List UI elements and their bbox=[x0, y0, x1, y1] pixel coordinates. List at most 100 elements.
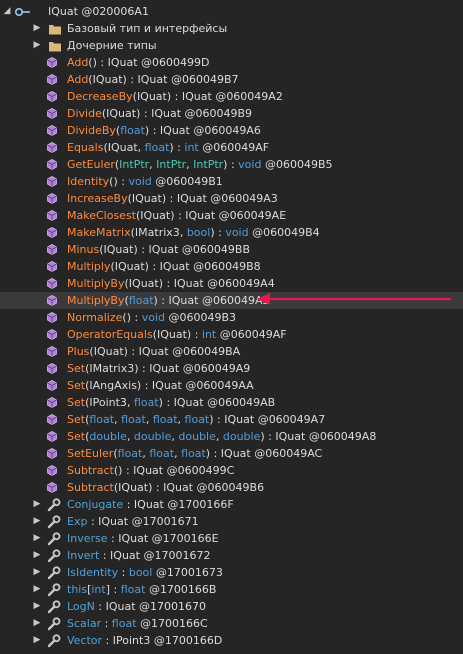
method-row[interactable]: Set(IPoint3, float) : IQuat @060049AB bbox=[0, 394, 463, 411]
method-row[interactable]: SetEuler(float, float, float) : IQuat @0… bbox=[0, 445, 463, 462]
property-row[interactable]: ▶ Exp : IQuat @17001671 bbox=[0, 513, 463, 530]
expand-arrow-icon[interactable]: ▶ bbox=[32, 37, 42, 54]
folder-row-base-types[interactable]: ▶ Базовый тип и интерфейсы bbox=[0, 20, 463, 37]
method-signature: Multiply(IQuat) : IQuat @060049B8 bbox=[67, 258, 261, 275]
method-row[interactable]: Set(double, double, double, double) : IQ… bbox=[0, 428, 463, 445]
return-separator: : bbox=[118, 566, 129, 579]
method-row[interactable]: Set(float, float, float, float) : IQuat … bbox=[0, 411, 463, 428]
method-row[interactable]: Divide(IQuat) : IQuat @060049B9 bbox=[0, 105, 463, 122]
expand-arrow-icon[interactable]: ▶ bbox=[32, 547, 42, 564]
return-type: IQuat bbox=[133, 464, 164, 477]
param-type: double bbox=[178, 430, 216, 443]
method-name: Plus bbox=[67, 345, 90, 358]
expand-arrow-icon[interactable]: ▶ bbox=[32, 615, 42, 632]
method-icon bbox=[46, 479, 58, 496]
method-row[interactable]: Equals(IQuat, float) : int @060049AF bbox=[0, 139, 463, 156]
metadata-token: @0600499D bbox=[141, 56, 210, 69]
expand-arrow-icon[interactable]: ▶ bbox=[32, 581, 42, 598]
comma: , bbox=[126, 430, 134, 443]
method-icon bbox=[46, 241, 58, 258]
method-row[interactable]: GetEuler(IntPtr, IntPtr, IntPtr) : void … bbox=[0, 156, 463, 173]
method-row[interactable]: MakeClosest(IQuat) : IQuat @060049AE bbox=[0, 207, 463, 224]
method-name: Set bbox=[67, 379, 86, 392]
tree-root-row[interactable]: ◢ IQuat @020006A1 bbox=[0, 3, 463, 20]
metadata-token: @060049A8 bbox=[308, 430, 377, 443]
method-row[interactable]: OperatorEquals(IQuat) : int @060049AF bbox=[0, 326, 463, 343]
return-type: IQuat bbox=[110, 549, 140, 562]
return-type: IQuat bbox=[176, 192, 207, 205]
metadata-token: @060049B7 bbox=[170, 73, 239, 86]
metadata-token: @1700166D bbox=[153, 634, 223, 647]
collapse-arrow-icon[interactable]: ◢ bbox=[2, 3, 12, 20]
expand-arrow-icon[interactable]: ▶ bbox=[32, 598, 42, 615]
method-signature: IncreaseBy(IQuat) : IQuat @060049A3 bbox=[67, 190, 278, 207]
method-row[interactable]: IncreaseBy(IQuat) : IQuat @060049A3 bbox=[0, 190, 463, 207]
return-type: IQuat bbox=[181, 90, 212, 103]
property-name: this bbox=[67, 583, 88, 596]
method-row[interactable]: Set(IAngAxis) : IQuat @060049AA bbox=[0, 377, 463, 394]
method-row[interactable]: Subtract(IQuat) : IQuat @060049B6 bbox=[0, 479, 463, 496]
return-type: IQuat bbox=[159, 124, 190, 137]
property-signature: Vector : IPoint3 @1700166D bbox=[67, 632, 222, 649]
method-name: Minus bbox=[67, 243, 100, 256]
method-row[interactable]: Multiply(IQuat) : IQuat @060049B8 bbox=[0, 258, 463, 275]
method-icon bbox=[46, 224, 58, 241]
method-row[interactable]: Plus(IQuat) : IQuat @060049BA bbox=[0, 343, 463, 360]
method-row[interactable]: DecreaseBy(IQuat) : IQuat @060049A2 bbox=[0, 88, 463, 105]
method-row[interactable]: Identity() : void @060049B1 bbox=[0, 173, 463, 190]
method-name: Add bbox=[67, 56, 89, 69]
method-signature: Identity() : void @060049B1 bbox=[67, 173, 223, 190]
return-separator: ) : bbox=[126, 311, 142, 324]
method-row[interactable]: Subtract() : IQuat @0600499C bbox=[0, 462, 463, 479]
property-name: IsIdentity bbox=[67, 566, 119, 579]
property-row[interactable]: ▶ this[int] : float @1700166B bbox=[0, 581, 463, 598]
property-name: LogN bbox=[67, 600, 95, 613]
property-row[interactable]: ▶ Scalar : float @1700166C bbox=[0, 615, 463, 632]
return-type: void bbox=[128, 175, 152, 188]
expand-arrow-icon[interactable]: ▶ bbox=[32, 632, 42, 649]
property-row[interactable]: ▶ Conjugate : IQuat @1700166F bbox=[0, 496, 463, 513]
method-row[interactable]: Minus(IQuat) : IQuat @060049BB bbox=[0, 241, 463, 258]
metadata-token: @17001672 bbox=[143, 549, 211, 562]
property-row[interactable]: ▶ Invert : IQuat @17001672 bbox=[0, 547, 463, 564]
expand-arrow-icon[interactable]: ▶ bbox=[32, 496, 42, 513]
method-row[interactable]: MakeMatrix(IMatrix3, bool) : void @06004… bbox=[0, 224, 463, 241]
metadata-token: @1700166B bbox=[148, 583, 217, 596]
method-signature: Equals(IQuat, float) : int @060049AF bbox=[67, 139, 269, 156]
property-signature: Conjugate : IQuat @1700166F bbox=[67, 496, 234, 513]
property-row[interactable]: ▶ LogN : IQuat @17001670 bbox=[0, 598, 463, 615]
expand-arrow-icon[interactable]: ▶ bbox=[32, 20, 42, 37]
expand-arrow-icon[interactable]: ▶ bbox=[32, 530, 42, 547]
metadata-token: @060049B8 bbox=[193, 260, 261, 273]
return-type: float bbox=[111, 617, 137, 630]
param-type: float bbox=[89, 413, 115, 426]
method-row[interactable]: Add(IQuat) : IQuat @060049B7 bbox=[0, 71, 463, 88]
method-icon bbox=[46, 190, 58, 207]
return-separator: ) : bbox=[113, 175, 129, 188]
method-name: DivideBy bbox=[67, 124, 116, 137]
method-icon bbox=[46, 173, 58, 190]
method-row[interactable]: DivideBy(float) : IQuat @060049A6 bbox=[0, 122, 463, 139]
metadata-token: @060049B4 bbox=[252, 226, 320, 239]
property-row[interactable]: ▶ Inverse : IQuat @1700166E bbox=[0, 530, 463, 547]
method-row[interactable]: Normalize() : void @060049B3 bbox=[0, 309, 463, 326]
folder-row-derived-types[interactable]: ▶ Дочерние типы bbox=[0, 37, 463, 54]
method-row[interactable]: Set(IMatrix3) : IQuat @060049A9 bbox=[0, 360, 463, 377]
metadata-token: @1700166F bbox=[167, 498, 234, 511]
method-name: Subtract bbox=[67, 464, 114, 477]
param-type: IQuat bbox=[114, 260, 145, 273]
param-type: IQuat bbox=[118, 481, 149, 494]
param-type: IntPtr bbox=[193, 158, 224, 171]
return-separator: : bbox=[87, 515, 99, 528]
return-separator: : bbox=[101, 617, 112, 630]
expand-arrow-icon[interactable]: ▶ bbox=[32, 564, 42, 581]
method-row[interactable]: MultiplyBy(IQuat) : IQuat @060049A4 bbox=[0, 275, 463, 292]
property-row[interactable]: ▶ IsIdentity : bool @17001673 bbox=[0, 564, 463, 581]
property-row[interactable]: ▶ Vector : IPoint3 @1700166D bbox=[0, 632, 463, 649]
return-type: IQuat bbox=[220, 447, 251, 460]
method-row[interactable]: Add() : IQuat @0600499D bbox=[0, 54, 463, 71]
method-icon bbox=[46, 88, 58, 105]
param-type: IQuat bbox=[131, 192, 162, 205]
expand-arrow-icon[interactable]: ▶ bbox=[32, 513, 42, 530]
param-type: IQuat bbox=[140, 209, 171, 222]
